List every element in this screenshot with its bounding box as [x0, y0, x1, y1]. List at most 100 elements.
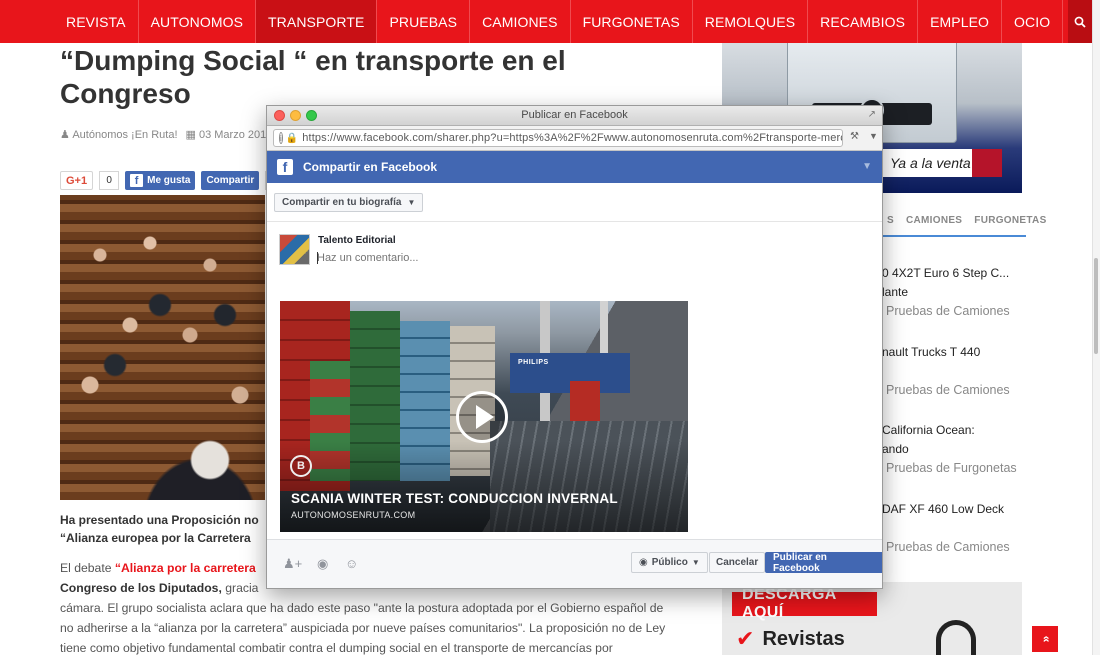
tab-camiones[interactable]: CAMIONES — [906, 215, 962, 226]
body-line: no adherirse a la “alianza por la carret… — [60, 621, 666, 635]
popup-urlbar: i 🔒 https://www.facebook.com/sharer.php?… — [267, 126, 882, 151]
ad-cta-button[interactable]: Ya a la venta — [882, 149, 1002, 177]
nav-item-autonomos[interactable]: AUTONOMOS — [139, 0, 257, 43]
play-icon — [475, 405, 494, 429]
article-meta: ♟ Autónomos ¡En Ruta! ▦ 03 Marzo 201 — [60, 128, 266, 141]
brand-logo: B — [290, 455, 312, 477]
magazine-logo-icon — [936, 620, 976, 655]
share-target-dropdown[interactable]: Compartir en tu biografía ▼ — [274, 193, 424, 212]
back-to-top-button[interactable]: » — [1032, 626, 1058, 652]
emoji-icon[interactable]: ☺ — [345, 556, 358, 571]
list-item-category[interactable]: Pruebas de Camiones — [886, 540, 1010, 554]
revistas-label: Revistas — [762, 627, 845, 650]
container — [570, 381, 600, 421]
author-meta: ♟ Autónomos ¡En Ruta! — [60, 128, 178, 141]
double-chevron-up-icon: » — [1038, 635, 1052, 643]
article-lead-line: Ha presentado una Proposición no — [60, 513, 259, 527]
nav-item-revista[interactable]: REVISTA — [0, 0, 139, 43]
tab-pruebas[interactable]: S — [887, 215, 894, 226]
ad-cta-label: Ya a la venta — [890, 155, 971, 171]
fb-share-header: f Compartir en Facebook ▼ — [267, 151, 882, 183]
search-icon — [1074, 16, 1086, 28]
location-pin-icon[interactable]: ◉ — [317, 556, 328, 572]
popup-titlebar[interactable]: Publicar en Facebook ↗ — [267, 106, 882, 126]
publish-button[interactable]: Publicar en Facebook — [765, 552, 882, 574]
fullscreen-icon[interactable]: ↗ — [868, 109, 876, 120]
gplus-count: 0 — [99, 171, 120, 190]
list-item-title-cont[interactable]: ando — [882, 440, 909, 458]
nav-search-button[interactable] — [1068, 0, 1092, 43]
article-title: “Dumping Social “ en transporte en el Co… — [60, 45, 566, 109]
nav-item-camiones[interactable]: CAMIONES — [470, 0, 571, 43]
lock-icon: 🔒 — [285, 132, 299, 144]
nav-item-remolques[interactable]: REMOLQUES — [693, 0, 809, 43]
user-name: Talento Editorial — [318, 235, 396, 246]
globe-icon: ◉ — [639, 557, 648, 568]
body-link[interactable]: “Alianza por la carretera — [115, 561, 256, 575]
audience-selector[interactable]: ◉ Público ▼ — [631, 552, 708, 573]
checkmark-icon: ✔ — [736, 626, 755, 651]
user-icon: ♟ — [60, 129, 70, 141]
nav-item-empleo[interactable]: EMPLEO — [918, 0, 1003, 43]
share-target-label: Compartir en tu biografía — [282, 197, 402, 208]
list-item-category[interactable]: Pruebas de Camiones — [886, 383, 1010, 397]
avatar — [279, 234, 310, 265]
tab-furgonetas[interactable]: FURGONETAS — [974, 215, 1046, 226]
top-navigation: REVISTA AUTONOMOS TRANSPORTE PRUEBAS CAM… — [0, 0, 1092, 43]
nav-item-ocio[interactable]: OCIO — [1002, 0, 1064, 43]
video-preview[interactable]: PHILIPS B SCANIA WINTER TEST: CONDUCCION… — [280, 301, 688, 532]
body-line: cámara. El grupo socialista aclara que h… — [60, 601, 664, 615]
list-item-title-cont[interactable]: lante — [882, 283, 908, 301]
facebook-icon: f — [277, 159, 293, 175]
play-button[interactable] — [456, 391, 508, 443]
comment-input[interactable] — [317, 249, 837, 267]
fb-share-button[interactable]: Compartir — [201, 171, 260, 190]
page-scrollbar-thumb[interactable] — [1094, 258, 1098, 354]
list-item-title[interactable]: 0 4X2T Euro 6 Step C... — [882, 264, 1009, 282]
cancel-button[interactable]: Cancelar — [709, 552, 766, 573]
revistas-link[interactable]: ✔ Revistas — [736, 626, 845, 652]
nav-item-transporte[interactable]: TRANSPORTE — [256, 0, 378, 43]
download-heading: DESCARGA AQUÍ — [732, 586, 877, 621]
share-row: G+1 0 f Me gusta Compartir 0 — [60, 171, 280, 190]
article-lead-line: “Alianza europea por la Carretera — [60, 531, 251, 545]
list-item-title[interactable]: nault Trucks T 440 — [882, 343, 980, 361]
list-item-title[interactable]: DAF XF 460 Low Deck — [882, 500, 1004, 518]
divider — [267, 221, 882, 222]
fb-share-body: Compartir en tu biografía ▼ Talento Edit… — [267, 183, 882, 540]
body-line: tiene como objetivo fundamental combatir… — [60, 641, 613, 655]
chevron-down-icon[interactable]: ▼ — [869, 131, 878, 141]
tag-friends-icon[interactable]: ♟+ — [283, 556, 302, 572]
text-cursor — [317, 252, 318, 264]
caret-down-icon: ▼ — [691, 558, 700, 567]
chevron-down-icon[interactable]: ▼ — [862, 161, 872, 172]
download-banner[interactable]: DESCARGA AQUÍ ✔ Revistas — [722, 582, 1022, 655]
facebook-icon: f — [130, 174, 144, 187]
video-title: SCANIA WINTER TEST: CONDUCCION INVERNAL — [291, 491, 618, 506]
list-item-category[interactable]: Pruebas de Furgonetas — [886, 461, 1017, 475]
video-domain: AUTONOMOSENRUTA.COM — [291, 510, 416, 520]
body-text: El debate — [60, 561, 115, 575]
list-item-category[interactable]: Pruebas de Camiones — [886, 304, 1010, 318]
fb-like-label: Me gusta — [147, 175, 191, 186]
url-field[interactable]: i 🔒 https://www.facebook.com/sharer.php?… — [273, 129, 843, 147]
nav-item-pruebas[interactable]: PRUEBAS — [377, 0, 471, 43]
facebook-share-popup: Publicar en Facebook ↗ i 🔒 https://www.f… — [266, 105, 883, 589]
fb-share-footer: ♟+ ◉ ☺ ◉ Público ▼ Cancelar Publicar en … — [267, 539, 882, 588]
calendar-icon: ▦ — [185, 129, 196, 141]
ship-label: PHILIPS — [518, 359, 549, 366]
popup-window-title: Publicar en Facebook — [521, 109, 628, 121]
body-text: gracia — [221, 581, 259, 595]
url-text: https://www.facebook.com/sharer.php?u=ht… — [302, 132, 843, 144]
nav-item-recambios[interactable]: RECAMBIOS — [808, 0, 919, 43]
nav-item-furgonetas[interactable]: FURGONETAS — [571, 0, 693, 43]
body-bold: Congreso de los Diputados, — [60, 581, 222, 595]
article-photo — [60, 195, 265, 500]
article-author[interactable]: Autónomos ¡En Ruta! — [72, 129, 177, 141]
fb-like-button[interactable]: f Me gusta — [125, 171, 196, 190]
info-icon[interactable]: i — [279, 132, 283, 144]
list-item-title[interactable]: California Ocean: — [882, 421, 975, 439]
extension-icon[interactable]: ⚒ — [850, 131, 859, 142]
gplus-button[interactable]: G+1 — [60, 171, 94, 190]
parliament-benches — [60, 195, 265, 500]
